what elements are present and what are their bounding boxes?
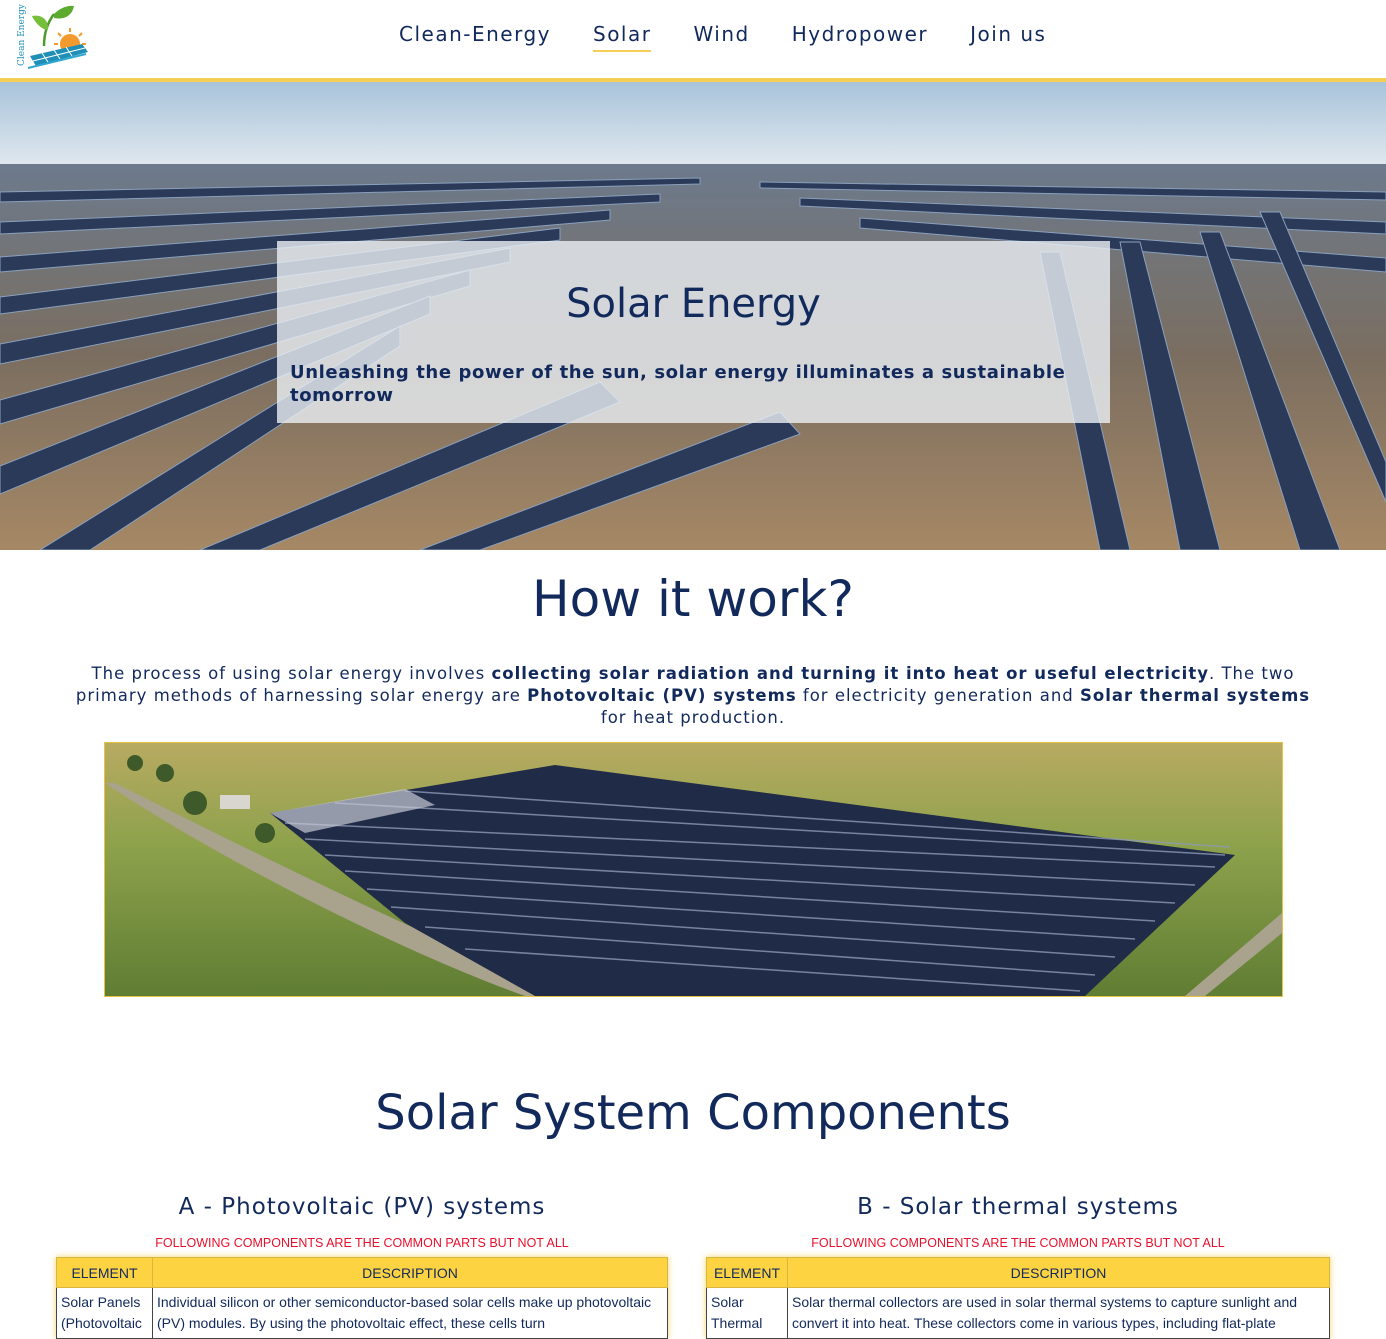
- thermal-components-table: ELEMENT DESCRIPTION Solar Thermal Solar …: [706, 1257, 1330, 1339]
- hero-text-box: Solar Energy Unleashing the power of the…: [277, 241, 1110, 423]
- how-text-bold: collecting solar radiation and turning i…: [491, 664, 1209, 683]
- table-header-row: ELEMENT DESCRIPTION: [56, 1257, 668, 1288]
- how-it-works-text: The process of using solar energy involv…: [70, 663, 1316, 729]
- table-row: Solar Thermal Solar thermal collectors a…: [706, 1287, 1330, 1339]
- column-header-element: ELEMENT: [56, 1257, 153, 1288]
- pv-components-table: ELEMENT DESCRIPTION Solar Panels (Photov…: [56, 1257, 668, 1339]
- column-header-description: DESCRIPTION: [152, 1257, 668, 1288]
- cell-element: Solar Panels (Photovoltaic: [56, 1287, 153, 1339]
- column-header-description: DESCRIPTION: [787, 1257, 1330, 1288]
- cell-description: Solar thermal collectors are used in sol…: [787, 1287, 1330, 1339]
- clean-energy-logo[interactable]: Clean Energy: [14, 2, 90, 70]
- nav-item-join-us[interactable]: Join us: [970, 20, 1046, 50]
- hero-subtitle: Unleashing the power of the sun, solar e…: [290, 362, 1066, 406]
- how-text-part: The process of using solar energy involv…: [91, 664, 492, 683]
- svg-text:Clean Energy: Clean Energy: [17, 3, 27, 66]
- thermal-systems-title: B - Solar thermal systems: [857, 1194, 1179, 1220]
- main-nav: Clean-Energy Solar Wind Hydropower Join …: [399, 20, 1088, 54]
- how-text-bold: Photovoltaic (PV) systems: [527, 686, 797, 705]
- solar-farm-image: [104, 742, 1283, 997]
- pv-systems-title: A - Photovoltaic (PV) systems: [178, 1194, 546, 1220]
- nav-item-clean-energy[interactable]: Clean-Energy: [399, 20, 551, 50]
- nav-item-wind[interactable]: Wind: [693, 20, 749, 50]
- site-header: Clean Energy Clean-Energy Solar Wind Hyd…: [0, 0, 1386, 82]
- table-header-row: ELEMENT DESCRIPTION: [706, 1257, 1330, 1288]
- cell-description: Individual silicon or other semiconducto…: [152, 1287, 668, 1339]
- how-text-part: for heat production.: [600, 708, 786, 727]
- thermal-notice: FOLLOWING COMPONENTS ARE THE COMMON PART…: [811, 1236, 1225, 1250]
- how-text-part: for electricity generation and: [796, 686, 1081, 705]
- components-title: Solar System Components: [375, 1085, 1011, 1141]
- nav-item-hydropower[interactable]: Hydropower: [792, 20, 928, 50]
- hero-banner: Solar Energy Unleashing the power of the…: [0, 82, 1386, 550]
- how-text-bold: Solar thermal systems: [1080, 686, 1311, 705]
- hero-title: Solar Energy: [566, 281, 821, 327]
- how-it-works-title: How it work?: [532, 570, 854, 628]
- nav-item-solar[interactable]: Solar: [593, 20, 652, 52]
- table-row: Solar Panels (Photovoltaic Individual si…: [56, 1287, 668, 1339]
- cell-element: Solar Thermal: [706, 1287, 788, 1339]
- pv-notice: FOLLOWING COMPONENTS ARE THE COMMON PART…: [155, 1236, 569, 1250]
- column-header-element: ELEMENT: [706, 1257, 788, 1288]
